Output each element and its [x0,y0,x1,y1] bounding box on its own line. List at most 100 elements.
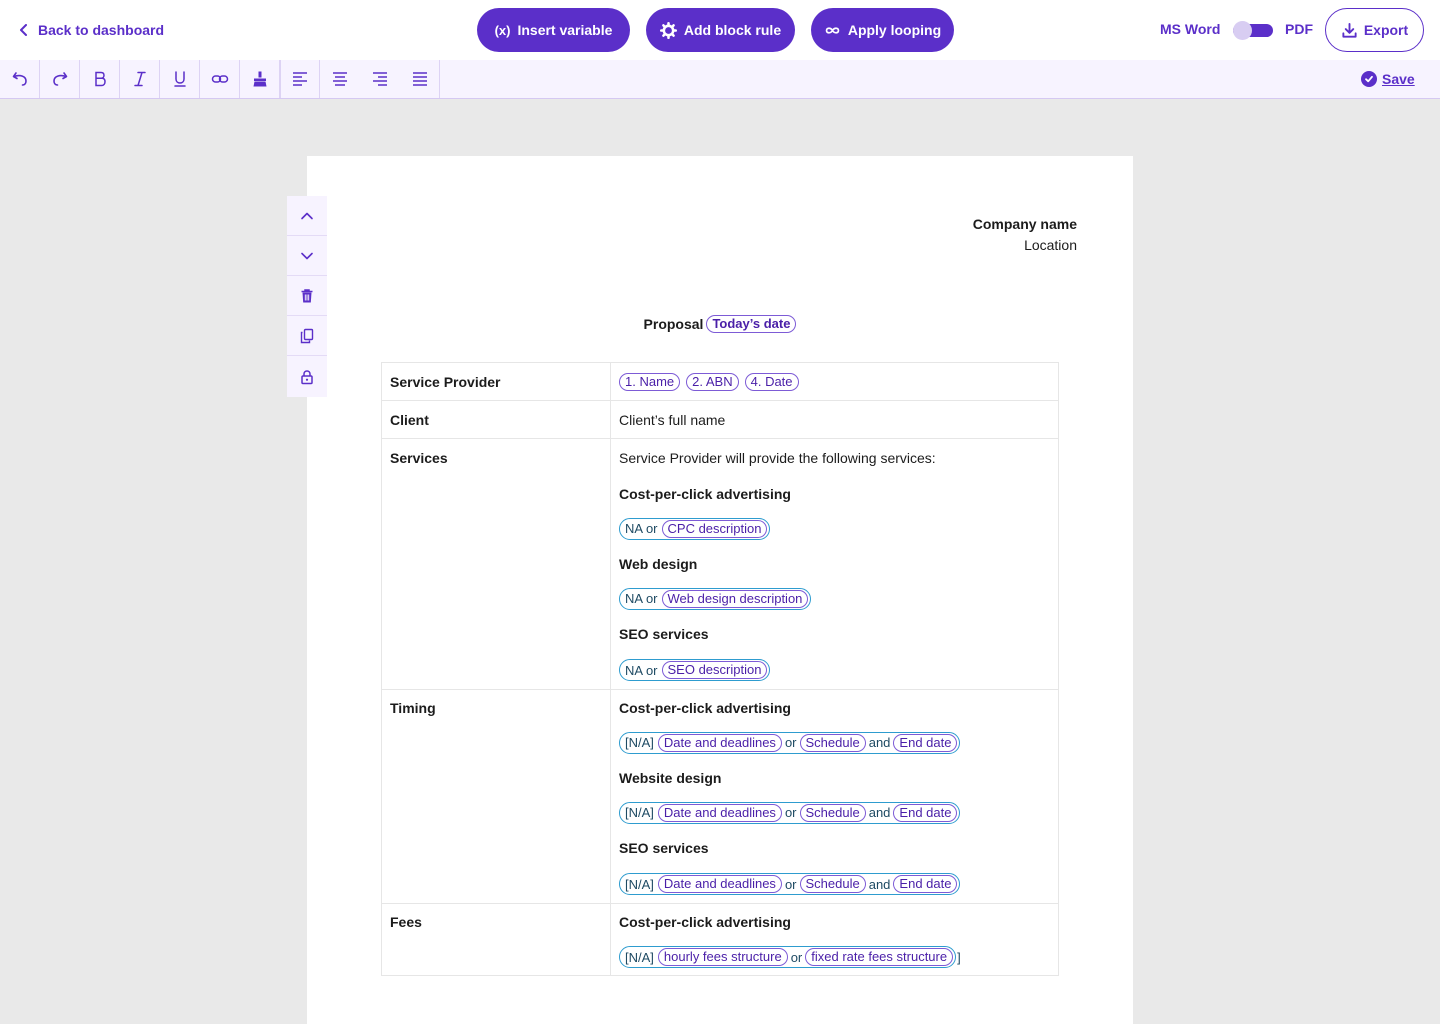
abn-variable-chip[interactable]: 2. ABN [686,372,739,391]
table-row: Timing Cost-per-click advertising [N/A] … [381,689,1059,904]
timing-title[interactable]: Cost-per-click advertising [619,690,1050,725]
table-row: Fees Cost-per-click advertising [N/A] ho… [381,903,1059,976]
na-text: NA or [625,521,658,536]
date-variable-chip[interactable]: 4. Date [744,372,799,391]
end-date-chip[interactable]: End date [893,875,958,893]
conditional-block[interactable]: NA or CPC description [619,517,771,540]
move-up-button[interactable] [287,196,327,236]
duplicate-button[interactable] [287,316,327,356]
client-value[interactable]: Client’s full name [619,401,1050,438]
conditional-block[interactable]: [N/A] Date and deadlines or Schedule and… [619,801,961,824]
document-title[interactable]: Proposal [644,316,704,332]
format-toggle[interactable] [1233,21,1273,40]
copy-icon [300,328,314,343]
export-button[interactable]: Export [1325,8,1424,52]
na-text: [N/A] [625,735,654,750]
lock-button[interactable] [287,356,327,397]
and-text: and [868,735,891,750]
save-button[interactable]: Save [1361,71,1415,87]
add-block-rule-button[interactable]: Add block rule [646,8,795,52]
service-title[interactable]: Cost-per-click advertising [619,476,1050,511]
schedule-chip[interactable]: Schedule [799,733,866,752]
align-left-button[interactable] [280,60,320,98]
delete-button[interactable] [287,276,327,316]
format-ms-word-label: MS Word [1160,21,1221,37]
company-location[interactable]: Location [973,235,1077,256]
bold-button[interactable] [80,60,120,98]
conditional-block[interactable]: [N/A] hourly fees structure or fixed rat… [619,946,957,968]
na-text: [N/A] [625,949,654,965]
na-text: [N/A] [625,876,654,892]
block-side-tools [287,196,327,397]
document-title-row: Proposal Today’s date [307,315,1133,333]
italic-button[interactable] [120,60,160,98]
align-left-icon [293,72,307,86]
download-icon [1342,22,1357,38]
service-title[interactable]: SEO services [619,616,1050,651]
back-to-dashboard-link[interactable]: Back to dashboard [18,20,164,40]
schedule-chip[interactable]: Schedule [799,875,866,893]
service-condition-line: NA or Web design description [619,581,1050,616]
services-intro[interactable]: Service Provider will provide the follow… [619,439,1050,476]
align-center-button[interactable] [320,60,360,98]
date-and-deadlines-chip[interactable]: Date and deadlines [657,803,782,822]
table-row: Services Service Provider will provide t… [381,438,1059,690]
or-text: or [784,735,797,750]
align-right-icon [373,72,387,86]
seo-description-chip[interactable]: SEO description [661,661,768,679]
underline-button[interactable] [160,60,200,98]
or-text: or [790,949,803,965]
undo-icon [12,72,27,86]
conditional-block[interactable]: NA or Web design description [619,587,812,610]
hourly-fees-structure-chip[interactable]: hourly fees structure [657,948,788,966]
table-cell-value: Cost-per-click advertising [N/A] hourly … [610,903,1059,976]
date-and-deadlines-chip[interactable]: Date and deadlines [657,733,782,752]
format-painter-button[interactable] [240,60,280,98]
company-block: Company name Location [973,214,1077,256]
na-text: [N/A] [625,805,654,820]
timing-title[interactable]: Website design [619,760,1050,795]
apply-looping-button[interactable]: Apply looping [811,8,954,52]
and-text: and [868,876,891,892]
link-icon [211,75,228,83]
conditional-block[interactable]: [N/A] Date and deadlines or Schedule and… [619,731,961,754]
timing-condition-line: [N/A] Date and deadlines or Schedule and… [619,865,1050,903]
link-button[interactable] [200,60,240,98]
undo-button[interactable] [0,60,40,98]
date-and-deadlines-chip[interactable]: Date and deadlines [657,875,782,893]
conditional-block[interactable]: [N/A] Date and deadlines or Schedule and… [619,873,961,895]
table-cell-value: Service Provider will provide the follow… [610,438,1059,690]
schedule-chip[interactable]: Schedule [799,803,866,822]
infinity-icon [825,26,840,34]
table-cell-label: Client [381,400,611,439]
fixed-rate-fees-structure-chip[interactable]: fixed rate fees structure [805,948,954,966]
conditional-block[interactable]: NA or SEO description [619,659,771,681]
gear-icon [659,21,677,39]
check-circle-icon [1361,71,1377,87]
client-label: Client [390,411,429,428]
move-down-button[interactable] [287,236,327,276]
apply-looping-label: Apply looping [847,22,942,38]
name-variable-chip[interactable]: 1. Name [619,372,681,391]
or-text: or [784,805,797,820]
underline-icon [173,71,186,87]
redo-button[interactable] [40,60,80,98]
align-justify-button[interactable] [400,60,440,98]
end-date-chip[interactable]: End date [893,803,958,822]
table-cell-label: Services [381,438,611,690]
add-block-rule-label: Add block rule [683,22,782,38]
fees-title[interactable]: Cost-per-click advertising [619,904,1050,939]
table-cell-label: Service Provider [381,362,611,401]
todays-date-variable-chip[interactable]: Today’s date [706,315,797,333]
timing-title[interactable]: SEO services [619,830,1050,865]
service-title[interactable]: Web design [619,546,1050,581]
insert-variable-button[interactable]: (x) Insert variable [477,8,630,52]
trash-icon [301,288,313,302]
align-right-button[interactable] [360,60,400,98]
company-name[interactable]: Company name [973,214,1077,235]
timing-condition-line: [N/A] Date and deadlines or Schedule and… [619,795,1050,830]
cpc-description-chip[interactable]: CPC description [661,519,768,538]
table-cell-value: 1. Name 2. ABN 4. Date [610,362,1059,401]
web-design-description-chip[interactable]: Web design description [661,589,809,608]
end-date-chip[interactable]: End date [893,733,958,752]
